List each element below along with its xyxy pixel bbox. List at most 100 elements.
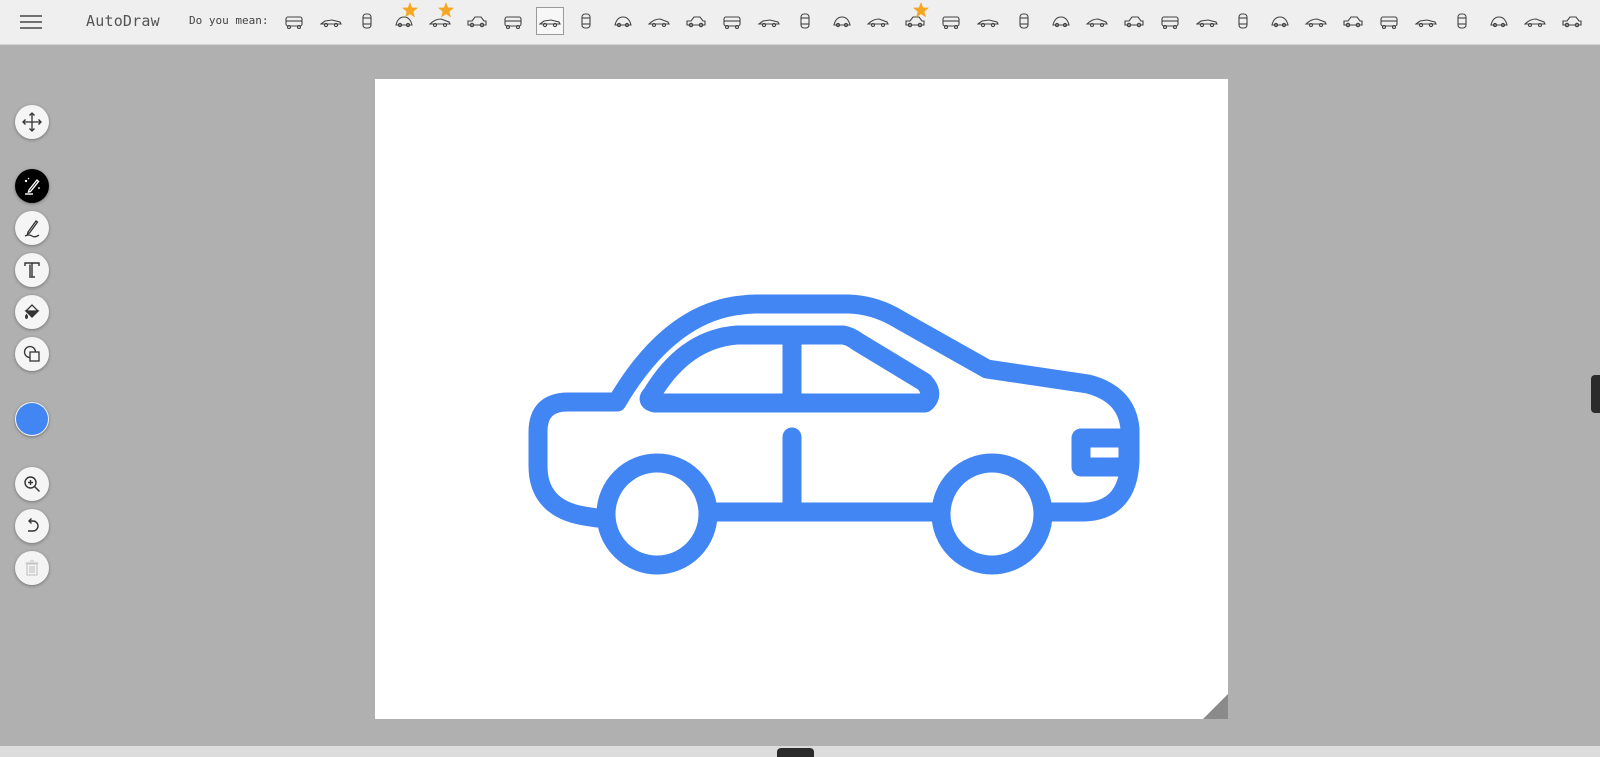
draw-tool[interactable] [15,211,49,245]
sedan-outline-icon [538,19,561,28]
snail-icon [832,16,851,28]
bus-front-icon [613,16,632,28]
suggestion-limousine[interactable] [1266,7,1294,35]
undo-button[interactable] [15,509,49,543]
trash-icon [25,560,39,576]
eiffel-tower-icon [1561,16,1582,28]
lighthouse-icon [1524,18,1546,28]
canvas-resize-handle[interactable] [1203,694,1228,719]
shape-tool[interactable] [15,337,49,371]
color-swatch [16,403,48,435]
car-icon [504,16,522,29]
van-dark-icon [1123,16,1144,28]
fish-icon [757,19,780,28]
suggestion-eiffel-tower[interactable] [1558,7,1586,35]
type-tool[interactable] [15,253,49,287]
left-toolbar [15,0,49,757]
text-icon [24,262,40,278]
move-icon [22,112,42,132]
suggestion-lobster[interactable] [864,7,892,35]
delete-button[interactable] [15,551,49,585]
lobster-icon [867,18,889,28]
suggestion-fish[interactable] [755,7,783,35]
suggestion-rail-car[interactable] [1193,7,1221,35]
limousine-icon [1270,16,1289,28]
paint-bucket-icon [24,304,40,319]
sedan-car-drawing [528,294,1140,575]
autodraw-tool[interactable] [15,169,49,203]
suggestion-car[interactable] [499,7,527,35]
star-icon [438,2,454,18]
top-bar: AutoDraw Do you mean: [0,0,1600,45]
trolley-icon [1019,13,1029,29]
suggestion-truck-front[interactable] [1083,7,1111,35]
suggestion-sedan[interactable] [463,7,491,35]
suggestion-bus-front[interactable] [609,7,637,35]
fire-truck-icon [1238,13,1248,29]
suggestion-tow-truck[interactable] [1302,7,1330,35]
suggestion-turtle[interactable] [718,7,746,35]
autodraw-icon [24,177,40,195]
suggestion-beetle-car[interactable] [390,2,418,35]
sedan-icon [466,16,487,28]
jeep-icon [1414,19,1437,28]
tram-icon [1161,16,1179,29]
suggestion-coach[interactable] [974,7,1002,35]
zoom-tool[interactable] [15,467,49,501]
right-scroll-handle[interactable] [1591,375,1600,413]
suggestion-bus-outline[interactable] [937,7,965,35]
suggestion-van-dark[interactable] [1120,7,1148,35]
bus-outline-icon [942,16,960,29]
suggestion-semi-truck[interactable] [1339,7,1367,35]
suggestion-sports-car[interactable] [426,2,454,35]
zoom-in-icon [24,476,40,492]
race-car-icon [319,19,342,28]
suggestion-van[interactable] [572,7,600,35]
suggestion-sedan-outline[interactable] [535,7,564,35]
suggestion-bus-dark[interactable] [1047,7,1075,35]
insect-icon [800,13,810,29]
suggestion-snail[interactable] [828,7,856,35]
ufo-icon [685,16,706,28]
tow-truck-icon [1305,18,1327,28]
suggestion-bus[interactable] [901,2,929,35]
suggestion-minivan[interactable] [645,7,673,35]
fill-tool[interactable] [15,295,49,329]
truck-front-icon [1086,18,1108,28]
suggestion-fire-truck[interactable] [1229,7,1257,35]
car-front-wheel [596,453,718,575]
mountain-icon [1489,16,1508,28]
suggestion-mountain[interactable] [1485,7,1513,35]
star-icon [912,2,929,18]
semi-truck-icon [1342,16,1363,28]
suggestion-tram[interactable] [1156,7,1184,35]
minivan-icon [648,18,670,28]
bottom-scroll-handle[interactable] [777,748,814,757]
suggestion-label: Do you mean: [189,14,269,27]
suggestion-race-car[interactable] [317,7,345,35]
car-top-icon [362,13,372,29]
suggestion-car-front[interactable] [280,7,308,35]
coupe-icon [1380,16,1398,29]
suggestion-car-top[interactable] [353,7,381,35]
shapes-icon [23,345,40,362]
suggestion-ufo[interactable] [682,7,710,35]
move-tool[interactable] [15,105,49,139]
rail-car-icon [1195,19,1218,28]
pencil-icon [24,220,40,238]
star-icon [401,2,418,18]
suggestion-insect[interactable] [791,7,819,35]
color-picker[interactable] [15,402,49,436]
suggestion-trolley[interactable] [1010,7,1038,35]
undo-icon [28,518,39,532]
suggestion-coupe[interactable] [1375,7,1403,35]
suggestion-list [280,2,1600,39]
suggestion-lighthouse[interactable] [1521,7,1549,35]
bus-dark-icon [1051,16,1070,28]
car-rear-wheel [931,453,1053,575]
turtle-icon [723,16,741,29]
suggestion-roadster[interactable] [1448,7,1476,35]
suggestion-jeep[interactable] [1412,7,1440,35]
drawing-canvas[interactable] [375,79,1228,719]
car-front-icon [285,16,303,29]
